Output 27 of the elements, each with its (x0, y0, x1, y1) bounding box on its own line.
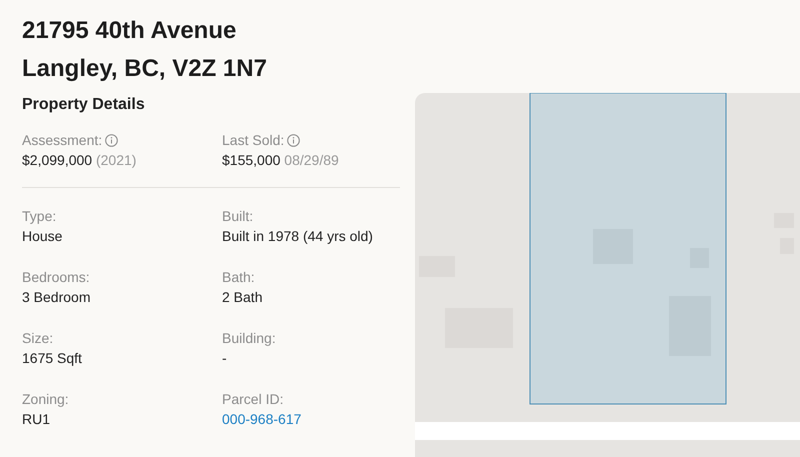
field-label: Zoning: (22, 391, 69, 407)
field-note: (2021) (96, 152, 136, 168)
field-label: Parcel ID: (222, 391, 284, 407)
field-label: Bedrooms: (22, 269, 90, 285)
field-label: Building: (222, 330, 276, 346)
field-value: RU1 (22, 411, 50, 427)
field-value: House (22, 228, 62, 244)
parcel-link[interactable]: 000-968-617 (222, 411, 302, 427)
field-label: Last Sold: (222, 132, 284, 148)
field-label: Size: (22, 330, 54, 346)
field-label: Type: (22, 208, 56, 224)
field-value: Built in 1978 (44 yrs old) (222, 228, 373, 244)
info-icon[interactable] (287, 134, 300, 146)
field-value: $155,000 (222, 152, 280, 168)
field-value: $2,099,000 (22, 152, 92, 168)
field-label: Built: (222, 208, 254, 224)
address-street: 21795 40th Avenue (22, 16, 238, 46)
info-icon[interactable] (105, 134, 118, 146)
field-label: Assessment: (22, 132, 102, 148)
field-value: - (222, 350, 227, 366)
field-label: Bath: (222, 269, 255, 285)
field-value: 1675 Sqft (22, 350, 82, 366)
address-city: Langley, BC, V2Z 1N7 (22, 54, 268, 84)
field-note: 08/29/89 (284, 152, 339, 168)
section-title: Property Details (22, 96, 146, 114)
field-value: 2 Bath (222, 289, 262, 305)
field-value: 3 Bedroom (22, 289, 90, 305)
